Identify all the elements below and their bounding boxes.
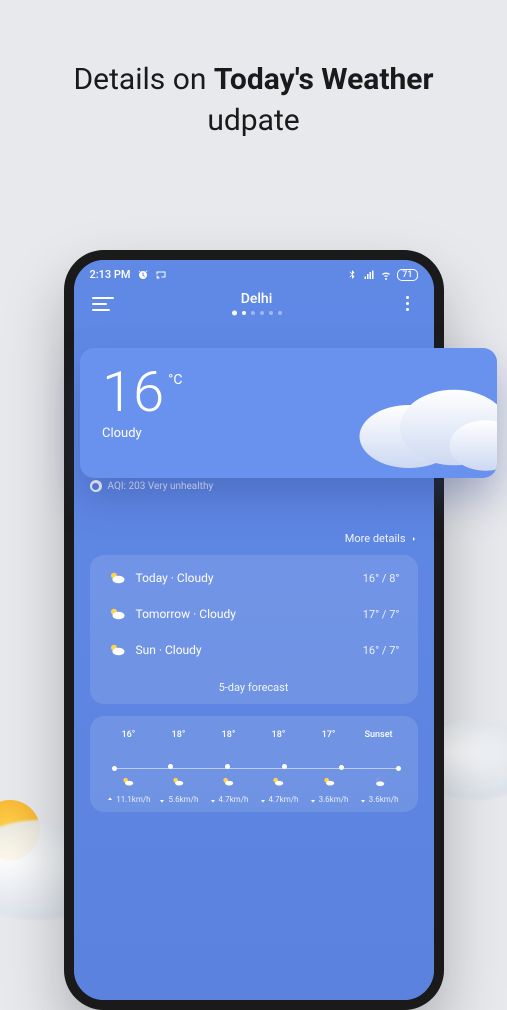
status-bar: 2:13 PM 71 bbox=[74, 260, 434, 285]
aqi-icon bbox=[90, 480, 102, 492]
alarm-icon bbox=[137, 269, 149, 281]
aqi-row[interactable]: AQI: 203 Very unhealthy bbox=[90, 480, 418, 492]
forecast-row[interactable]: Today · Cloudy 16° / 8° bbox=[108, 569, 400, 587]
partly-cloudy-icon bbox=[322, 775, 336, 789]
temp-unit: °C bbox=[168, 372, 182, 388]
headline-post: udpate bbox=[207, 103, 299, 138]
headline-pre: Details on bbox=[73, 62, 213, 97]
cast-icon bbox=[155, 269, 167, 281]
overflow-menu-button[interactable] bbox=[400, 296, 416, 311]
current-weather-card[interactable]: 16 °C Cloudy bbox=[80, 348, 497, 478]
forecast-row[interactable]: Sun · Cloudy 16° / 7° bbox=[108, 641, 400, 659]
forecast-row[interactable]: Tomorrow · Cloudy 17° / 7° bbox=[108, 605, 400, 623]
chevron-right-icon bbox=[410, 535, 418, 543]
partly-cloudy-icon bbox=[121, 775, 135, 789]
city-name: Delhi bbox=[232, 291, 282, 307]
aqi-label: AQI: 203 Very unhealthy bbox=[108, 481, 214, 492]
partly-cloudy-icon bbox=[108, 605, 126, 623]
hourly-temps: 16° 18° 18° 18° 17° Sunset bbox=[98, 730, 410, 740]
partly-cloudy-icon bbox=[221, 775, 235, 789]
bluetooth-icon bbox=[346, 269, 358, 281]
current-temp: 16 bbox=[102, 364, 164, 420]
cloud-illustration bbox=[337, 368, 497, 478]
menu-button[interactable] bbox=[92, 297, 114, 311]
wind-down-icon bbox=[309, 796, 317, 804]
partly-cloudy-icon bbox=[108, 569, 126, 587]
signal-icon bbox=[363, 269, 375, 281]
five-day-forecast-link[interactable]: 5-day forecast bbox=[108, 681, 400, 694]
wind-down-icon bbox=[359, 796, 367, 804]
wifi-icon bbox=[380, 269, 392, 281]
hourly-trend-line bbox=[112, 768, 396, 769]
wind-down-icon bbox=[259, 796, 267, 804]
more-details-link[interactable]: More details bbox=[90, 532, 418, 545]
partly-cloudy-icon bbox=[171, 775, 185, 789]
status-time: 2:13 PM bbox=[90, 268, 131, 281]
night-cloudy-icon bbox=[372, 775, 386, 789]
headline-bold: Today's Weather bbox=[214, 62, 434, 97]
battery-indicator: 71 bbox=[397, 269, 417, 281]
hourly-forecast-card[interactable]: 16° 18° 18° 18° 17° Sunset bbox=[90, 716, 418, 812]
location-selector[interactable]: Delhi bbox=[232, 291, 282, 316]
promo-headline: Details on Today's Weather udpate bbox=[0, 0, 507, 181]
page-indicator bbox=[232, 311, 282, 316]
wind-up-icon bbox=[106, 796, 114, 804]
wind-down-icon bbox=[158, 796, 166, 804]
partly-cloudy-icon bbox=[108, 641, 126, 659]
wind-down-icon bbox=[209, 796, 217, 804]
app-header: Delhi bbox=[74, 285, 434, 330]
partly-cloudy-icon bbox=[271, 775, 285, 789]
daily-forecast-card: Today · Cloudy 16° / 8° Tomorrow · Cloud… bbox=[90, 555, 418, 704]
